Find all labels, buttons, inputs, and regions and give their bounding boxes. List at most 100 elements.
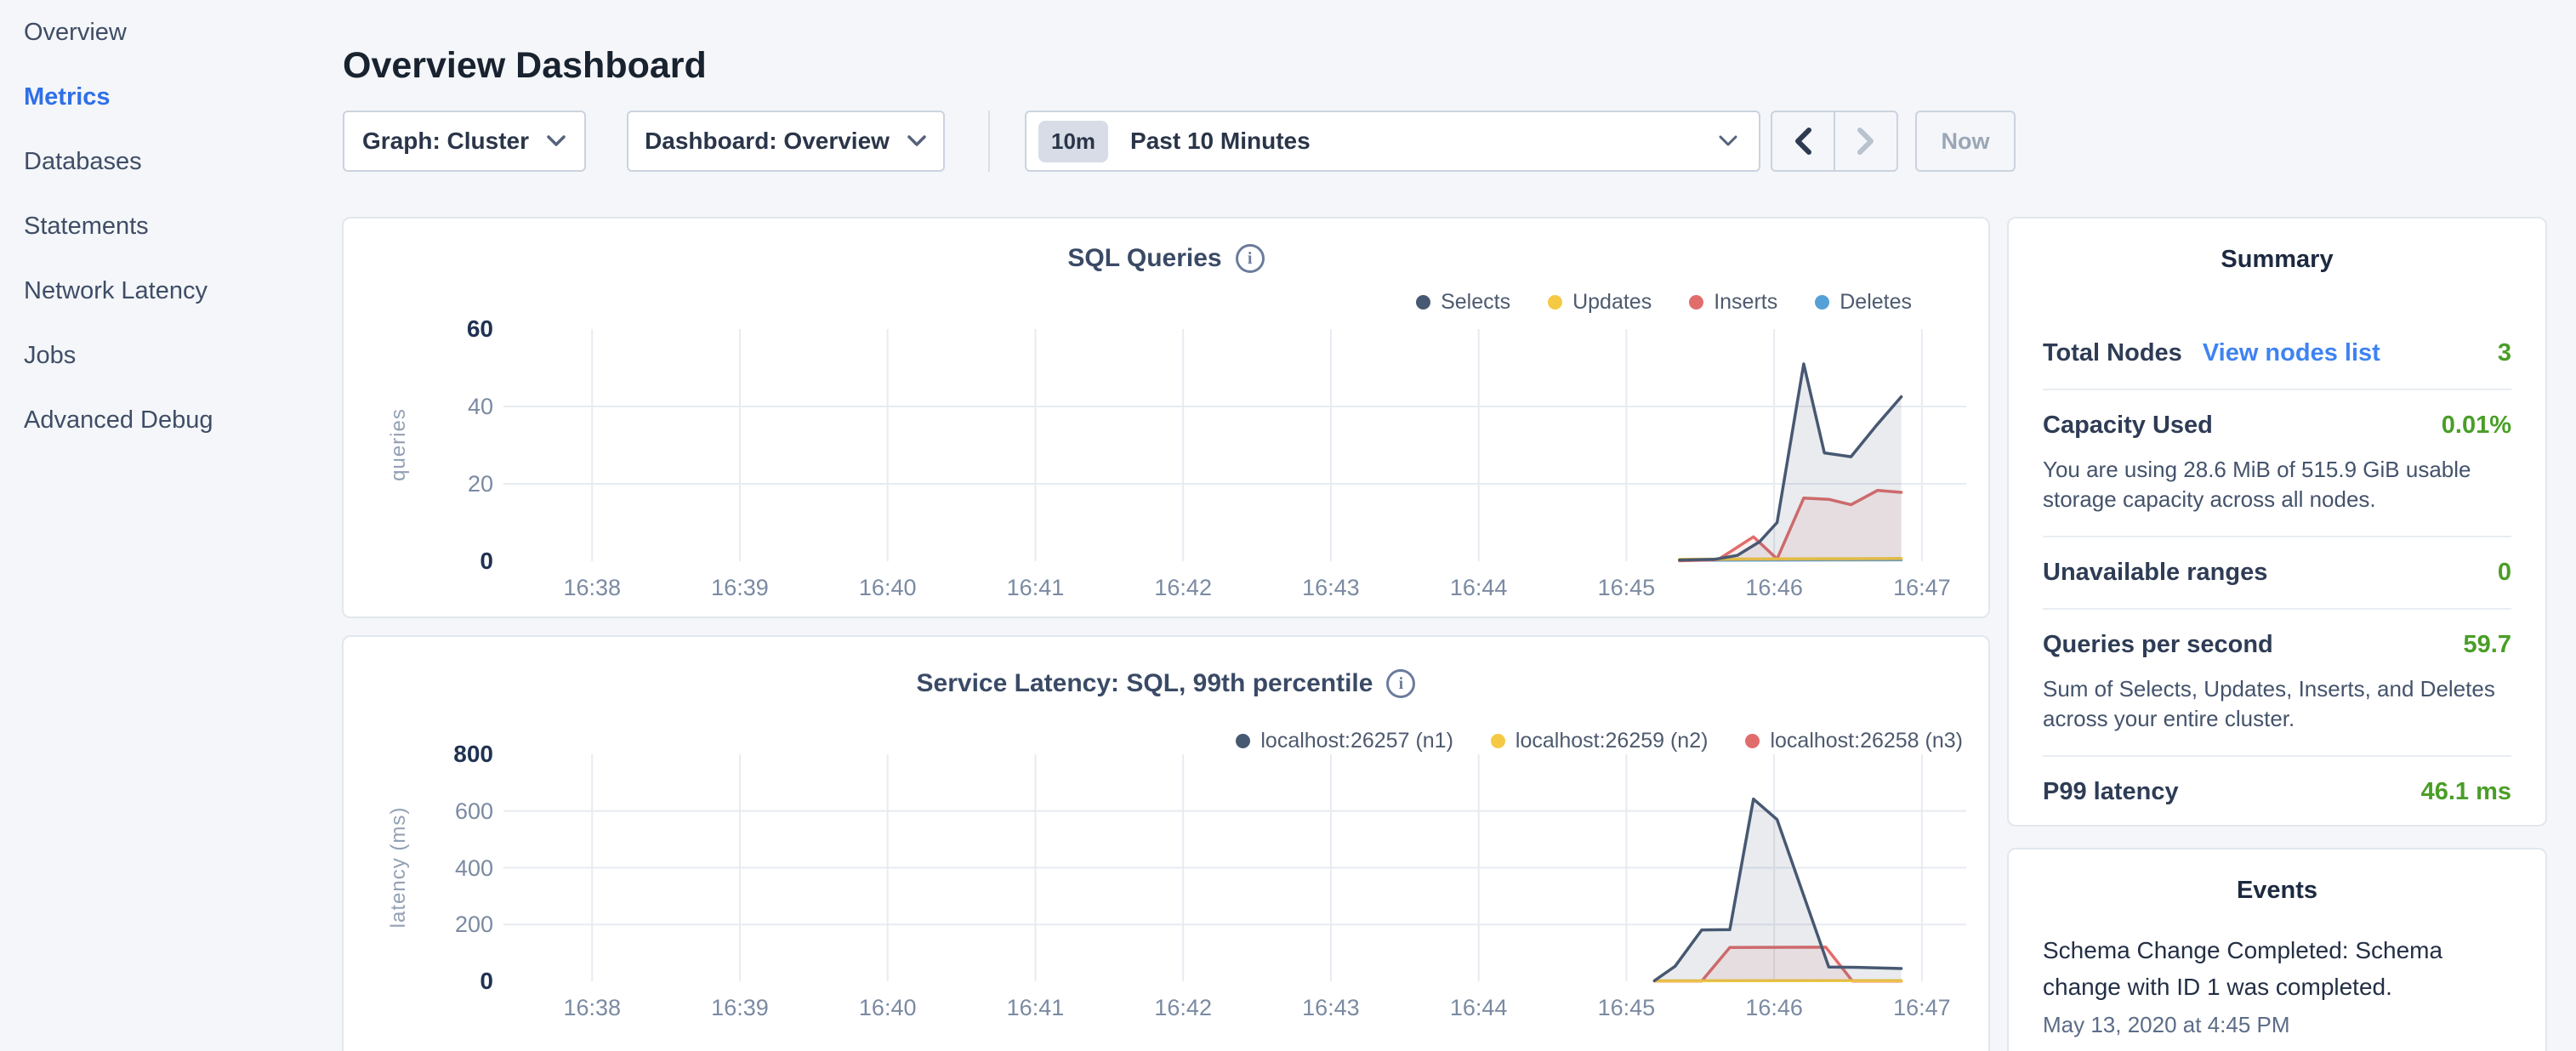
summary-row-total-nodes: Total Nodes View nodes list 3	[2043, 318, 2511, 390]
legend-label: localhost:26259 (n2)	[1515, 729, 1709, 753]
sidebar-item-databases[interactable]: Databases	[0, 129, 340, 194]
summary-value: 59.7	[2464, 631, 2511, 659]
summary-label: Total Nodes	[2043, 339, 2182, 367]
time-step-forward-button[interactable]	[1834, 112, 1896, 170]
event-timestamp: May 13, 2020 at 4:45 PM	[2043, 1012, 2511, 1038]
chevron-left-icon	[1794, 127, 1812, 156]
sidebar-item-advanced-debug[interactable]: Advanced Debug	[0, 388, 340, 452]
x-axis-tick: 16:43	[1271, 995, 1390, 1021]
x-axis-tick: 16:45	[1567, 995, 1686, 1021]
chart-title: SQL Queries	[1067, 244, 1221, 273]
time-step-back-button[interactable]	[1772, 112, 1834, 170]
sidebar-item-overview[interactable]: Overview	[0, 0, 340, 65]
chart-title: Service Latency: SQL, 99th percentile	[917, 669, 1373, 698]
legend-dot	[1745, 734, 1760, 748]
info-icon[interactable]: i	[1236, 244, 1265, 273]
chevron-down-icon	[546, 134, 566, 148]
legend-item-deletes: Deletes	[1815, 290, 1912, 315]
summary-description: Sum of Selects, Updates, Inserts, and De…	[2043, 674, 2511, 734]
now-button[interactable]: Now	[1915, 111, 2016, 172]
y-axis-unit-label: queries	[387, 351, 411, 538]
service-latency-plot[interactable]	[503, 754, 1966, 981]
sidebar-item-metrics[interactable]: Metrics	[0, 65, 340, 129]
y-axis-tick: 0	[344, 968, 493, 995]
sidebar-item-network-latency[interactable]: Network Latency	[0, 258, 340, 323]
legend-label: Inserts	[1714, 290, 1777, 315]
summary-value: 46.1 ms	[2421, 778, 2511, 806]
summary-label: Unavailable ranges	[2043, 559, 2267, 587]
time-range-dropdown[interactable]: 10m Past 10 Minutes	[1025, 111, 1760, 172]
sidebar-item-statements[interactable]: Statements	[0, 194, 340, 258]
x-axis-tick: 16:39	[680, 575, 799, 601]
time-step-buttons	[1771, 111, 1898, 172]
summary-label: Capacity Used	[2043, 412, 2213, 440]
graph-dropdown-label: Graph: Cluster	[362, 128, 529, 155]
legend-label: localhost:26257 (n1)	[1260, 729, 1453, 753]
x-axis-tick: 16:42	[1123, 995, 1243, 1021]
dashboard-dropdown[interactable]: Dashboard: Overview	[627, 111, 945, 172]
x-axis-tick: 16:41	[975, 995, 1095, 1021]
legend-dot	[1548, 295, 1562, 310]
chevron-down-icon	[907, 134, 927, 148]
summary-row-capacity-used: Capacity Used0.01%You are using 28.6 MiB…	[2043, 390, 2511, 537]
y-axis-tick: 40	[344, 393, 493, 420]
page: OverviewMetricsDatabasesStatementsNetwor…	[0, 0, 2576, 1051]
summary-value: 0	[2498, 559, 2511, 587]
page-title: Overview Dashboard	[343, 45, 707, 87]
summary-row-queries-per-second: Queries per second 59.7 Sum of Selects, Up…	[2043, 610, 2511, 757]
x-axis-tick: 16:40	[828, 575, 947, 601]
event-item: Schema Change Completed: Schema change w…	[2043, 932, 2511, 1038]
x-axis-tick: 16:44	[1419, 575, 1538, 601]
legend-label: localhost:26258 (n3)	[1770, 729, 1963, 753]
legend-dot	[1416, 295, 1430, 310]
y-axis-tick: 200	[344, 911, 493, 938]
events-panel: Events Schema Change Completed: Schema c…	[2007, 848, 2547, 1051]
legend-item-localhost-26259-n2: localhost:26259 (n2)	[1491, 729, 1709, 753]
legend-item-inserts: Inserts	[1689, 290, 1777, 315]
summary-value: 3	[2498, 339, 2511, 367]
chevron-right-icon	[1857, 127, 1875, 156]
x-axis-tick: 16:38	[532, 995, 651, 1021]
chart-legend: Selects Updates Inserts Deletes	[1416, 288, 1912, 315]
legend-item-selects: Selects	[1416, 290, 1510, 315]
events-title: Events	[2043, 877, 2511, 905]
summary-row-unavailable-ranges: Unavailable ranges 0	[2043, 537, 2511, 610]
legend-dot	[1815, 295, 1829, 310]
x-axis-tick: 16:39	[680, 995, 799, 1021]
chart-canvas	[503, 329, 1966, 561]
summary-row-p99-latency: P99 latency46.1 ms	[2043, 757, 2511, 827]
x-axis-tick: 16:38	[532, 575, 651, 601]
graph-dropdown[interactable]: Graph: Cluster	[343, 111, 586, 172]
x-axis-tick: 16:47	[1862, 575, 1982, 601]
legend-item-localhost-26257-n1: localhost:26257 (n1)	[1236, 729, 1453, 753]
time-range-badge: 10m	[1038, 121, 1108, 162]
x-axis-tick: 16:46	[1714, 575, 1834, 601]
y-axis-unit-label: latency (ms)	[387, 774, 411, 961]
y-axis-tick: 60	[344, 315, 493, 343]
sql-queries-plot[interactable]	[503, 329, 1966, 561]
y-axis-tick: 600	[344, 798, 493, 825]
x-axis-tick: 16:44	[1419, 995, 1538, 1021]
y-axis-tick: 0	[344, 548, 493, 575]
service-latency-chart-card: Service Latency: SQL, 99th percentile i …	[342, 635, 1990, 1051]
info-icon[interactable]: i	[1386, 669, 1415, 698]
legend-label: Updates	[1572, 290, 1652, 315]
legend-label: Selects	[1441, 290, 1510, 315]
legend-item-localhost-26258-n3: localhost:26258 (n3)	[1745, 729, 1963, 753]
legend-dot	[1236, 734, 1250, 748]
controls-divider	[988, 111, 990, 172]
y-axis-tick: 400	[344, 855, 493, 882]
summary-rows: Total Nodes View nodes list 3 Capacity Used…	[2043, 318, 2511, 827]
y-axis-tick: 800	[344, 741, 493, 768]
y-axis-tick: 20	[344, 470, 493, 497]
x-axis-tick: 16:41	[975, 575, 1095, 601]
sidebar-item-jobs[interactable]: Jobs	[0, 323, 340, 388]
event-text: Schema Change Completed: Schema change w…	[2043, 932, 2511, 1005]
legend-label: Deletes	[1840, 290, 1912, 315]
summary-title: Summary	[2043, 246, 2511, 274]
summary-label: Queries per second	[2043, 631, 2273, 659]
time-range-label: Past 10 Minutes	[1130, 128, 1311, 155]
x-axis-tick: 16:43	[1271, 575, 1390, 601]
x-axis-tick: 16:45	[1567, 575, 1686, 601]
view-nodes-list-link[interactable]: View nodes list	[2203, 339, 2380, 367]
